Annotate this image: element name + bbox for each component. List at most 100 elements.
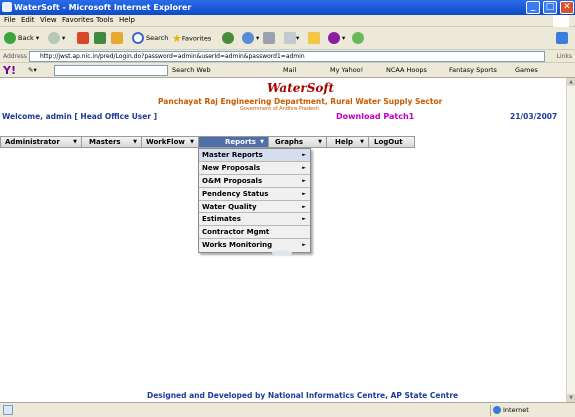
menu-edit[interactable]: Edit bbox=[21, 16, 35, 24]
search-button[interactable]: Search bbox=[132, 31, 168, 46]
research-icon bbox=[352, 32, 364, 44]
nav-reports[interactable]: Reports ▼ bbox=[199, 137, 269, 147]
ie-logo bbox=[556, 31, 568, 46]
scroll-down-icon[interactable]: ▼ bbox=[567, 394, 575, 402]
star-icon: ★ bbox=[172, 32, 182, 45]
standard-toolbar: Back ▾ ▾ Search ★Favorites ▾ ▾ ▾ bbox=[0, 27, 575, 50]
menu-item-new-proposals[interactable]: New Proposals ► bbox=[199, 162, 310, 175]
menu-tools[interactable]: Tools bbox=[96, 16, 113, 24]
minimize-button[interactable]: _ bbox=[526, 1, 540, 14]
nav-graphs[interactable]: Graphs ▼ bbox=[269, 137, 327, 147]
menu-bar: File Edit View Favorites Tools Help bbox=[0, 15, 575, 27]
forward-button[interactable]: ▾ bbox=[48, 31, 65, 46]
stop-button[interactable] bbox=[77, 31, 89, 46]
menu-item-master-reports[interactable]: Master Reports ► bbox=[199, 149, 310, 162]
submenu-arrow-icon: ► bbox=[302, 152, 306, 158]
menu-help[interactable]: Help bbox=[119, 16, 135, 24]
yahoo-mail-button[interactable]: Mail bbox=[283, 66, 296, 74]
windows-flag-icon bbox=[553, 15, 569, 27]
app-brand: WaterSoft bbox=[267, 81, 335, 95]
links-button[interactable]: Links bbox=[557, 53, 572, 60]
address-bar: Address http://jwst.ap.nic.in/pred/Login… bbox=[0, 50, 575, 63]
submenu-arrow-icon: ► bbox=[302, 216, 306, 223]
yahoo-logo[interactable]: Y! bbox=[3, 64, 16, 77]
nav-administrator[interactable]: Administrator ▼ bbox=[1, 137, 82, 147]
menu-item-water-quality[interactable]: Water Quality ► bbox=[199, 201, 310, 214]
ncaa-hoops-button[interactable]: NCAA Hoops bbox=[386, 66, 427, 74]
search-web-button[interactable]: Search Web bbox=[172, 66, 211, 74]
favorites-button[interactable]: ★Favorites bbox=[172, 31, 211, 46]
submenu-arrow-icon: ► bbox=[302, 242, 306, 249]
ie-app-icon bbox=[2, 2, 12, 12]
footer-credit: Designed and Developed by National Infor… bbox=[147, 391, 459, 400]
download-patch-link[interactable]: Download Patch1 bbox=[336, 112, 414, 121]
page-content: WaterSoft Panchayat Raj Engineering Depa… bbox=[0, 78, 566, 402]
department-title: Panchayat Raj Engineering Department, Ru… bbox=[158, 97, 443, 106]
title-bar: WaterSoft - Microsoft Internet Explorer … bbox=[0, 0, 575, 15]
submenu-arrow-icon: ► bbox=[302, 190, 306, 197]
fantasy-sports-button[interactable]: Fantasy Sports bbox=[449, 66, 497, 74]
nav-workflow[interactable]: WorkFlow ▼ bbox=[142, 137, 199, 147]
history-icon bbox=[222, 32, 234, 44]
research-button[interactable] bbox=[352, 31, 366, 46]
scroll-up-icon[interactable]: ▲ bbox=[567, 78, 575, 86]
menu-item-contractor-mgmt[interactable]: Contractor Mgmt bbox=[199, 226, 310, 240]
yahoo-messenger-button[interactable]: ▾ bbox=[328, 31, 345, 46]
nav-logout[interactable]: LogOut bbox=[369, 137, 414, 147]
folder-icon bbox=[308, 32, 320, 44]
nav-masters[interactable]: Masters ▼ bbox=[82, 137, 142, 147]
close-button[interactable]: ✕ bbox=[560, 1, 574, 14]
chevron-down-icon: ▼ bbox=[260, 139, 264, 145]
refresh-button[interactable] bbox=[94, 31, 106, 46]
decorative-shape bbox=[272, 250, 292, 256]
reports-dropdown-menu: Master Reports ► New Proposals ► O&M Propo… bbox=[198, 148, 311, 254]
menu-view[interactable]: View bbox=[40, 16, 57, 24]
status-bar: Internet bbox=[0, 402, 575, 417]
print-icon bbox=[263, 32, 275, 44]
home-icon bbox=[111, 32, 123, 44]
yahoo-search-input[interactable] bbox=[54, 65, 168, 76]
menu-item-works-monitoring[interactable]: Works Monitoring ► bbox=[199, 239, 310, 252]
globe-icon bbox=[493, 406, 501, 414]
forward-arrow-icon bbox=[48, 32, 60, 44]
menu-file[interactable]: File bbox=[4, 16, 16, 24]
folder-button[interactable] bbox=[308, 31, 320, 46]
menu-item-om-proposals[interactable]: O&M Proposals ► bbox=[199, 175, 310, 188]
edit-button[interactable]: ▾ bbox=[284, 31, 299, 46]
address-label: Address bbox=[3, 53, 27, 60]
edit-icon bbox=[284, 32, 296, 44]
menu-favorites[interactable]: Favorites bbox=[62, 16, 94, 24]
pencil-icon[interactable]: ✎▾ bbox=[28, 66, 37, 74]
history-button[interactable] bbox=[222, 31, 236, 46]
government-subtitle: Government of Andhra Pradesh bbox=[240, 106, 319, 112]
mail-icon bbox=[242, 32, 254, 44]
chevron-down-icon: ▼ bbox=[133, 139, 137, 145]
print-button[interactable] bbox=[263, 31, 275, 46]
browser-window: WaterSoft - Microsoft Internet Explorer … bbox=[0, 0, 575, 417]
maximize-button[interactable]: □ bbox=[543, 1, 557, 14]
page-status-icon bbox=[3, 405, 13, 415]
my-yahoo-button[interactable]: My Yahoo! bbox=[330, 66, 363, 74]
chevron-down-icon: ▼ bbox=[318, 139, 322, 145]
address-input[interactable]: http://jwst.ap.nic.in/pred/Login.do?pass… bbox=[29, 51, 545, 62]
back-arrow-icon bbox=[4, 32, 16, 44]
home-button[interactable] bbox=[111, 31, 123, 46]
menu-item-estimates[interactable]: Estimates ► bbox=[199, 213, 310, 227]
submenu-arrow-icon: ► bbox=[302, 177, 306, 184]
submenu-arrow-icon: ► bbox=[302, 203, 306, 210]
chevron-down-icon: ▼ bbox=[360, 139, 364, 145]
search-icon bbox=[132, 32, 144, 44]
refresh-icon bbox=[94, 32, 106, 44]
current-date: 21/03/2007 bbox=[510, 112, 558, 121]
ie-logo-icon bbox=[556, 32, 568, 44]
nav-help[interactable]: Help ▼ bbox=[327, 137, 369, 147]
window-title: WaterSoft - Microsoft Internet Explorer bbox=[14, 3, 192, 12]
back-button[interactable]: Back ▾ bbox=[4, 31, 39, 46]
games-button[interactable]: Games bbox=[515, 66, 538, 74]
messenger-icon bbox=[328, 32, 340, 44]
vertical-scrollbar[interactable]: ▲ ▼ bbox=[566, 78, 575, 402]
menu-item-pendency-status[interactable]: Pendency Status ► bbox=[199, 188, 310, 201]
mail-button[interactable]: ▾ bbox=[242, 31, 259, 46]
stop-icon bbox=[77, 32, 89, 44]
chevron-down-icon: ▼ bbox=[190, 139, 194, 145]
